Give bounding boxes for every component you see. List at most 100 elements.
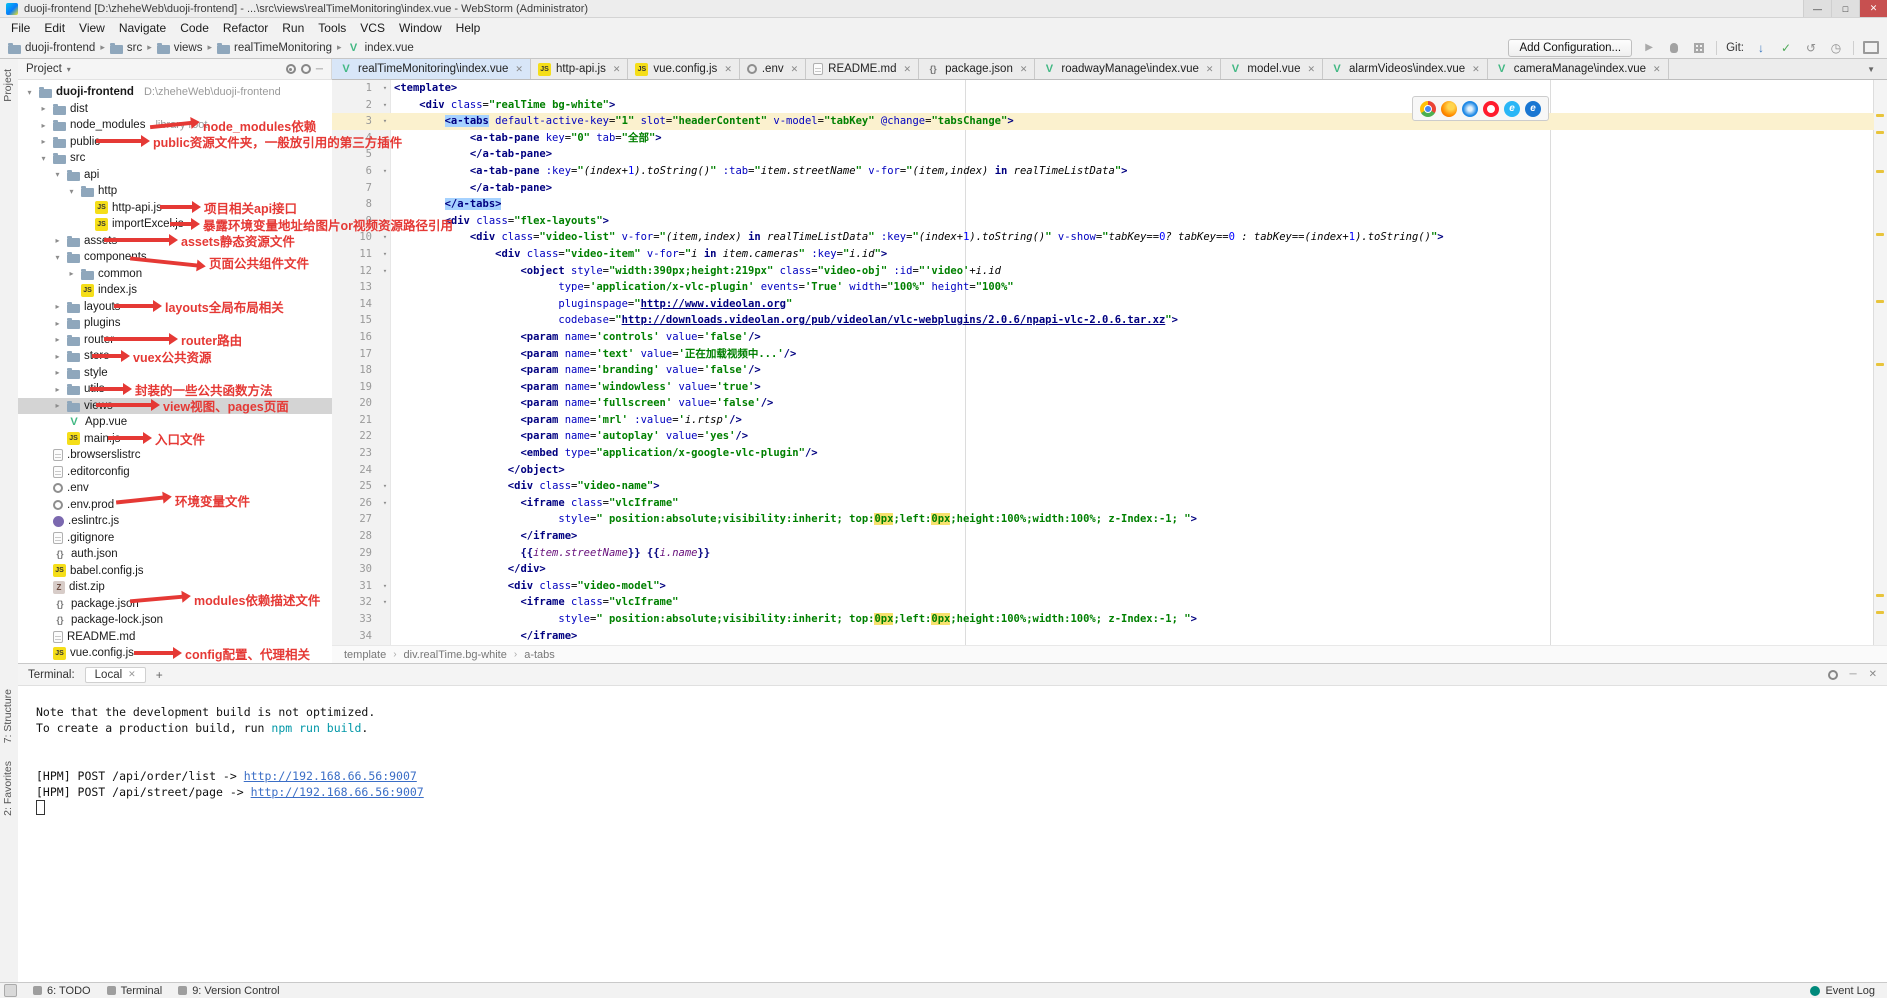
hide-panel-icon[interactable]: ─ [316, 64, 323, 75]
menu-code[interactable]: Code [173, 19, 216, 37]
menu-navigate[interactable]: Navigate [112, 19, 173, 37]
close-panel-icon[interactable]: ✕ [1869, 669, 1877, 680]
tree-item-package-lock-json[interactable]: {}package-lock.json [18, 612, 332, 629]
editor-breadcrumb-a-tabs[interactable]: a-tabs [524, 649, 555, 661]
tab-close-icon[interactable]: ✕ [515, 64, 523, 75]
minimize-panel-icon[interactable]: ─ [1850, 669, 1857, 680]
tree-item-http-api-js[interactable]: JShttp-api.js [18, 200, 332, 217]
terminal-link[interactable]: http://192.168.66.56:9007 [251, 785, 424, 799]
settings-gear-icon[interactable] [301, 64, 311, 74]
fold-marker-icon[interactable]: ▾ [376, 97, 394, 114]
tab-close-icon[interactable]: ✕ [1653, 64, 1661, 75]
fold-marker-icon[interactable]: ▾ [376, 163, 394, 180]
terminal-tab-local[interactable]: Local ✕ [85, 667, 146, 683]
firefox-browser-icon[interactable] [1441, 101, 1457, 117]
tree-collapsed-arrow-icon[interactable]: ▸ [52, 368, 63, 377]
chevron-down-icon[interactable]: ▾ [67, 65, 71, 74]
tree-collapsed-arrow-icon[interactable]: ▸ [52, 302, 63, 311]
status-item-6-todo[interactable]: 6: TODO [33, 985, 91, 997]
tree-item-utils[interactable]: ▸utils [18, 381, 332, 398]
tree-expanded-arrow-icon[interactable]: ▾ [38, 154, 49, 163]
git-commit-icon[interactable]: ✓ [1778, 40, 1794, 56]
tree-item-src[interactable]: ▾src [18, 150, 332, 167]
tree-item-readme-md[interactable]: README.md [18, 629, 332, 646]
run-button-icon[interactable]: ▶ [1641, 40, 1657, 56]
menu-edit[interactable]: Edit [37, 19, 72, 37]
chrome-browser-icon[interactable] [1420, 101, 1436, 117]
screen-share-icon[interactable] [1863, 40, 1879, 56]
add-configuration-button[interactable]: Add Configuration... [1508, 39, 1632, 57]
warning-stripe-mark[interactable] [1876, 114, 1884, 117]
maximize-button[interactable]: □ [1831, 0, 1859, 17]
fold-marker-icon[interactable]: ▾ [376, 495, 394, 512]
warning-stripe-mark[interactable] [1876, 611, 1884, 614]
minimize-button[interactable]: — [1803, 0, 1831, 17]
tree-item-store[interactable]: ▸store [18, 348, 332, 365]
tab-alarmvideos-index-vue[interactable]: ValarmVideos\index.vue✕ [1323, 59, 1488, 79]
tree-collapsed-arrow-icon[interactable]: ▸ [52, 352, 63, 361]
tree-item-components[interactable]: ▾components [18, 249, 332, 266]
tree-expanded-arrow-icon[interactable]: ▾ [52, 253, 63, 262]
tree-collapsed-arrow-icon[interactable]: ▸ [38, 137, 49, 146]
fold-marker-icon[interactable]: ▾ [376, 263, 394, 280]
fold-marker-icon[interactable]: ▾ [376, 478, 394, 495]
fold-marker-icon[interactable]: ▾ [376, 80, 394, 97]
status-item-event-log[interactable]: Event Log [1810, 985, 1875, 997]
menu-view[interactable]: View [72, 19, 112, 37]
menu-tools[interactable]: Tools [311, 19, 353, 37]
fold-marker-icon[interactable]: ▾ [376, 213, 394, 230]
tab-env[interactable]: .env✕ [740, 59, 806, 79]
tab-close-icon[interactable]: ✕ [1206, 64, 1214, 75]
ie-browser-icon[interactable]: e [1504, 101, 1520, 117]
tab-readme-md[interactable]: README.md✕ [806, 59, 919, 79]
editor-breadcrumb-template[interactable]: template [344, 649, 386, 661]
tab-model-vue[interactable]: Vmodel.vue✕ [1221, 59, 1323, 79]
tab-close-icon[interactable]: ✕ [613, 64, 621, 75]
menu-run[interactable]: Run [275, 19, 311, 37]
warning-stripe-mark[interactable] [1876, 131, 1884, 134]
tab-package-json[interactable]: {}package.json✕ [919, 59, 1035, 79]
tab-close-icon[interactable]: ✕ [791, 64, 799, 75]
tree-collapsed-arrow-icon[interactable]: ▸ [38, 104, 49, 113]
tree-collapsed-arrow-icon[interactable]: ▸ [52, 335, 63, 344]
tree-collapsed-arrow-icon[interactable]: ▸ [52, 401, 63, 410]
tab-realtimemonitoring-index-vue[interactable]: VrealTimeMonitoring\index.vue✕ [332, 59, 531, 79]
safari-browser-icon[interactable] [1462, 101, 1478, 117]
tree-collapsed-arrow-icon[interactable]: ▸ [52, 236, 63, 245]
tab-close-icon[interactable]: ✕ [904, 64, 912, 75]
edge-browser-icon[interactable]: e [1525, 101, 1541, 117]
git-history-icon[interactable]: ◷ [1828, 40, 1844, 56]
tree-item-index-js[interactable]: JSindex.js [18, 282, 332, 299]
tree-item-http[interactable]: ▾http [18, 183, 332, 200]
tree-item-layouts[interactable]: ▸layouts [18, 299, 332, 316]
warning-stripe-mark[interactable] [1876, 300, 1884, 303]
breadcrumb-item-realtimemonitoring[interactable]: realTimeMonitoring [217, 42, 332, 54]
editor-breadcrumb-div-realtime-bg-white[interactable]: div.realTime.bg-white [404, 649, 507, 661]
tree-item-api[interactable]: ▾api [18, 167, 332, 184]
tree-item-views[interactable]: ▸views [18, 398, 332, 415]
locate-file-icon[interactable] [286, 64, 296, 74]
menu-help[interactable]: Help [449, 19, 488, 37]
tab-close-icon[interactable]: ✕ [1020, 64, 1028, 75]
tree-item-babel-config-js[interactable]: JSbabel.config.js [18, 563, 332, 580]
breadcrumb-item-views[interactable]: views [157, 42, 203, 54]
status-item-terminal[interactable]: Terminal [107, 985, 163, 997]
tree-item-router[interactable]: ▸router [18, 332, 332, 349]
warning-stripe-mark[interactable] [1876, 170, 1884, 173]
fold-marker-icon[interactable]: ▾ [376, 130, 394, 147]
tree-item-importexcel-js[interactable]: JSimportExcel.js [18, 216, 332, 233]
tab-http-api-js[interactable]: JShttp-api.js✕ [531, 59, 628, 79]
debug-button-icon[interactable] [1666, 40, 1682, 56]
code-editor[interactable]: 1▾<template>2▾ <div class="realTime bg-w… [332, 80, 1874, 645]
tree-expanded-arrow-icon[interactable]: ▾ [24, 88, 35, 97]
menu-file[interactable]: File [4, 19, 37, 37]
tab-cameramanage-index-vue[interactable]: VcameraManage\index.vue✕ [1488, 59, 1669, 79]
fold-marker-icon[interactable]: ▾ [376, 578, 394, 595]
tree-item-public[interactable]: ▸public [18, 134, 332, 151]
close-button[interactable]: ✕ [1859, 0, 1887, 17]
terminal-output[interactable]: Note that the development build is not o… [18, 686, 1887, 816]
tab-close-icon[interactable]: ✕ [724, 64, 732, 75]
tree-item-dist-zip[interactable]: Zdist.zip [18, 579, 332, 596]
tool-window-button-favorites[interactable]: 2: Favorites [2, 761, 14, 816]
tree-collapsed-arrow-icon[interactable]: ▸ [66, 269, 77, 278]
